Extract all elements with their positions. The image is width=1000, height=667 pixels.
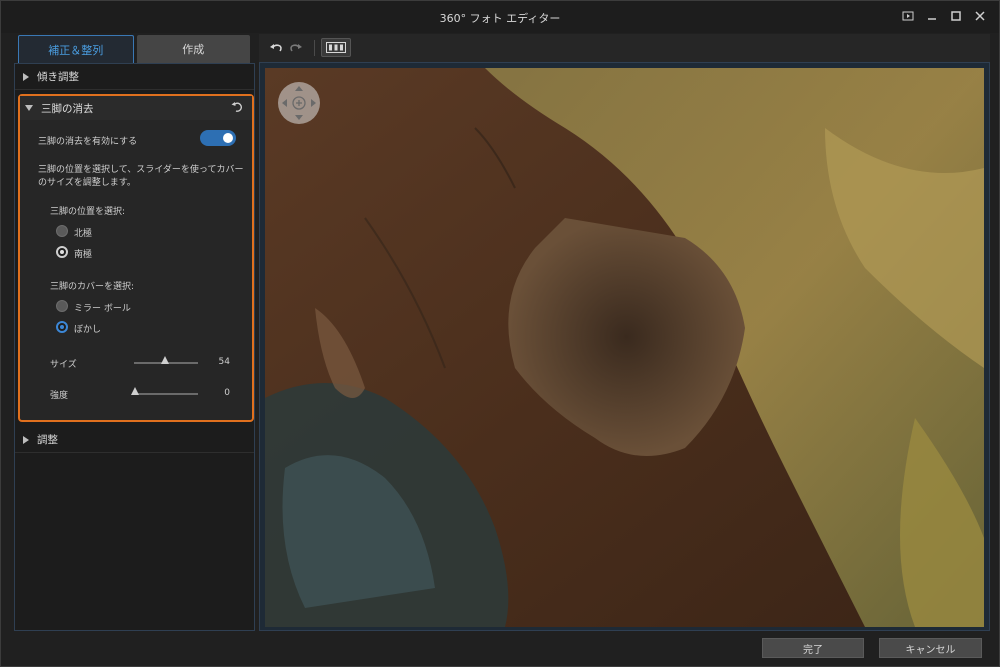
strength-label: 強度 xyxy=(50,391,69,401)
blur-label: ぼかし xyxy=(74,325,102,335)
enable-tripod-toggle[interactable] xyxy=(200,130,236,146)
section-tripod-removal: 三脚の消去 三脚の消去を有効にする 三脚の位置を選択して、スライダーを使ってカバ… xyxy=(18,94,254,422)
radio-mirror-ball[interactable] xyxy=(56,300,68,312)
section-adjust[interactable]: 調整 xyxy=(15,427,254,453)
tab-create[interactable]: 作成 xyxy=(136,35,250,63)
section-tilt-label: 傾き調整 xyxy=(37,71,79,83)
position-heading: 三脚の位置を選択: xyxy=(50,207,126,217)
toolbar-divider xyxy=(314,40,315,56)
size-value: 54 xyxy=(218,357,230,367)
expand-arrow-icon xyxy=(23,72,29,81)
size-slider-thumb[interactable] xyxy=(161,356,169,364)
section-adjust-label: 調整 xyxy=(37,434,58,446)
section-tripod-header[interactable]: 三脚の消去 xyxy=(20,96,252,120)
tripod-description: 三脚の位置を選択して、スライダーを使ってカバーのサイズを調整します。 xyxy=(38,165,244,188)
cover-heading: 三脚のカバーを選択: xyxy=(50,282,135,292)
section-tripod-label: 三脚の消去 xyxy=(41,102,94,115)
size-label: サイズ xyxy=(50,360,77,370)
navigation-pad-icon xyxy=(282,86,316,120)
redo-icon[interactable] xyxy=(289,41,303,55)
reset-icon[interactable] xyxy=(230,100,244,114)
radio-north-pole[interactable] xyxy=(56,225,68,237)
image-toolbar xyxy=(259,34,990,62)
done-button[interactable]: 完了 xyxy=(762,638,864,658)
title-bar: 360° フォト エディター xyxy=(1,1,999,33)
tab-correct-align[interactable]: 補正＆整列 xyxy=(18,35,134,63)
close-icon[interactable] xyxy=(973,9,987,23)
toggle-knob xyxy=(223,133,233,143)
editor-window: 360° フォト エディター 補正＆整列 作成 傾き調整 三脚の消去 三脚の消去… xyxy=(0,0,1000,667)
strength-slider-thumb[interactable] xyxy=(131,387,139,395)
strength-slider-track[interactable] xyxy=(134,393,198,395)
section-tilt[interactable]: 傾き調整 xyxy=(15,64,254,90)
left-panel: 傾き調整 三脚の消去 三脚の消去を有効にする 三脚の位置を選択して、スライダーを… xyxy=(14,63,255,631)
radio-blur[interactable] xyxy=(56,321,68,333)
collapse-arrow-icon xyxy=(25,105,33,111)
strength-value: 0 xyxy=(224,388,230,398)
radio-south-pole[interactable] xyxy=(56,246,68,258)
view-mode-icon xyxy=(326,42,346,53)
view-mode-button[interactable] xyxy=(321,38,351,57)
navigation-pad[interactable] xyxy=(278,82,320,124)
window-help-icon[interactable] xyxy=(901,9,915,23)
maximize-icon[interactable] xyxy=(949,9,963,23)
north-pole-label: 北極 xyxy=(74,229,93,239)
panel-tabs: 補正＆整列 作成 xyxy=(18,35,250,63)
undo-icon[interactable] xyxy=(269,41,283,55)
enable-tripod-label: 三脚の消去を有効にする xyxy=(38,137,138,147)
minimize-icon[interactable] xyxy=(925,9,939,23)
window-title: 360° フォト エディター xyxy=(439,12,561,25)
panorama-preview-image[interactable] xyxy=(265,68,984,627)
cancel-button[interactable]: キャンセル xyxy=(879,638,982,658)
expand-arrow-icon xyxy=(23,435,29,444)
south-pole-label: 南極 xyxy=(74,250,93,260)
mirror-ball-label: ミラー ボール xyxy=(74,304,131,314)
image-preview-area[interactable] xyxy=(259,62,990,631)
